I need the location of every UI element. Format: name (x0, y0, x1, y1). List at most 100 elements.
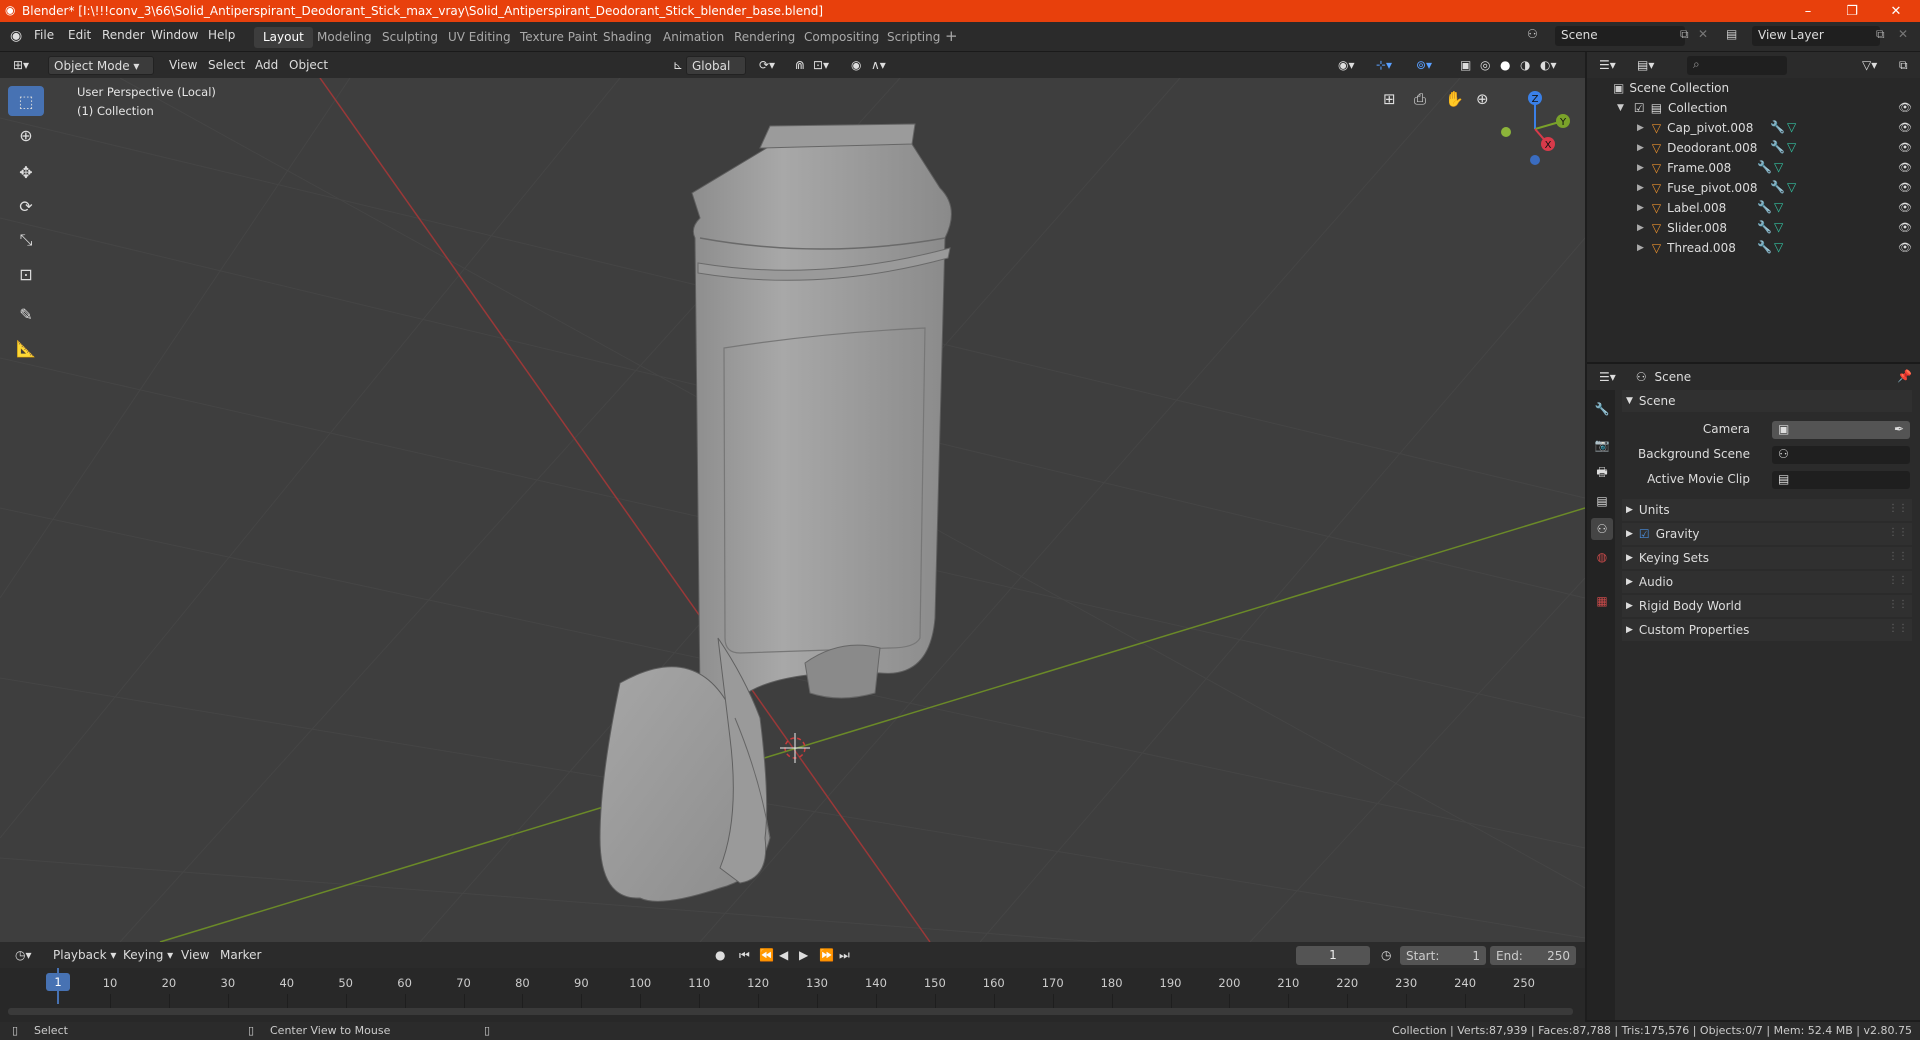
mesh-data-icon[interactable]: ▽ (1787, 120, 1796, 134)
tab-animation[interactable]: Animation (654, 27, 733, 48)
new-view-layer-icon[interactable]: ⧉ (1876, 27, 1885, 42)
play-reverse-icon[interactable]: ◀ (774, 946, 793, 965)
menu-object[interactable]: Object (284, 56, 333, 75)
playhead-frame-label[interactable]: 1 (46, 973, 70, 991)
tool-tab-icon[interactable]: 🔧 (1591, 398, 1613, 420)
menu-window[interactable]: Window (151, 28, 198, 42)
modifier-wrench-icon[interactable]: 🔧 (1770, 120, 1785, 134)
tab-layout[interactable]: Layout (254, 27, 313, 48)
add-workspace-icon[interactable]: + (945, 27, 958, 45)
cursor-tool-icon[interactable]: ⊕ (8, 120, 44, 150)
properties-editor-type-icon[interactable]: ☰▾ (1599, 370, 1616, 384)
transform-orientation-selector[interactable]: Global ▾ (686, 56, 746, 92)
menu-marker[interactable]: Marker (215, 946, 266, 965)
outliner-scene-collection[interactable]: ▣ Scene Collection (1587, 78, 1920, 98)
tab-rendering[interactable]: Rendering (725, 27, 804, 48)
menu-view[interactable]: View (164, 56, 202, 75)
wireframe-shading-icon[interactable]: ◎ (1475, 56, 1495, 75)
navigation-gizmo[interactable]: Z Y X (1490, 84, 1580, 174)
subpanel-header[interactable]: ▶ Units ⋮⋮ (1622, 499, 1912, 521)
current-frame-field[interactable]: 1 (1296, 946, 1370, 965)
tab-texture-paint[interactable]: Texture Paint (511, 27, 606, 48)
new-scene-icon[interactable]: ⧉ (1680, 27, 1689, 42)
outliner-editor-type-icon[interactable]: ☰▾ (1594, 56, 1621, 75)
rotate-tool-icon[interactable]: ⟳ (8, 191, 44, 221)
subpanel-header[interactable]: ▶ Rigid Body World ⋮⋮ (1622, 595, 1912, 617)
tab-compositing[interactable]: Compositing (795, 27, 888, 48)
modifier-wrench-icon[interactable]: 🔧 (1757, 200, 1772, 214)
camera-view-icon[interactable]: ⎙ (1414, 90, 1436, 112)
visibility-eye-icon[interactable]: 👁 (1898, 241, 1912, 254)
timeline-editor-type-icon[interactable]: ◷▾ (10, 946, 37, 965)
expand-object-icon[interactable]: ▶ (1637, 123, 1644, 133)
close-icon[interactable]: ✕ (1874, 0, 1918, 22)
visibility-eye-icon[interactable]: 👁 (1898, 221, 1912, 234)
play-icon[interactable]: ▶ (794, 946, 813, 965)
restore-icon[interactable]: ❐ (1830, 0, 1874, 22)
gravity-checkbox[interactable]: ☑ (1639, 527, 1650, 541)
subpanel-header[interactable]: ▶ Custom Properties ⋮⋮ (1622, 619, 1912, 641)
expand-object-icon[interactable]: ▶ (1637, 183, 1644, 193)
menu-edit[interactable]: Edit (68, 28, 91, 42)
tab-modeling[interactable]: Modeling (308, 27, 381, 48)
scene-tab-icon[interactable]: ⚇ (1591, 518, 1613, 540)
start-frame-field[interactable]: Start: 1 (1400, 946, 1486, 965)
outliner-object-row[interactable]: ▶ ▽ Cap_pivot.008 🔧 ▽ 👁 (1587, 118, 1920, 138)
new-collection-icon[interactable]: ⧉ (1894, 56, 1913, 75)
outliner-object-row[interactable]: ▶ ▽ Fuse_pivot.008 🔧 ▽ 👁 (1587, 178, 1920, 198)
background-scene-field[interactable]: ⚇ (1772, 446, 1910, 464)
outliner-object-row[interactable]: ▶ ▽ Slider.008 🔧 ▽ 👁 (1587, 218, 1920, 238)
menu-file[interactable]: File (34, 28, 54, 42)
menu-timeline-view[interactable]: View (176, 946, 214, 965)
overlay-toggle-icon[interactable]: ⊚▾ (1411, 56, 1437, 75)
pivot-point-icon[interactable]: ⟳▾ (754, 56, 780, 75)
solid-shading-icon[interactable]: ● (1495, 56, 1515, 75)
collection-checkbox-icon[interactable]: ☑ (1634, 101, 1645, 115)
jump-start-icon[interactable]: ⏮ (734, 946, 755, 965)
remove-view-layer-icon[interactable]: ✕ (1898, 27, 1908, 41)
material-shading-icon[interactable]: ◑ (1515, 56, 1535, 75)
scene-panel-header[interactable]: ▼ Scene (1622, 390, 1912, 412)
annotate-tool-icon[interactable]: ✎ (8, 299, 44, 329)
menu-help[interactable]: Help (208, 28, 235, 42)
drag-handle-icon[interactable]: ⋮⋮ (1888, 503, 1908, 514)
mesh-data-icon[interactable]: ▽ (1787, 140, 1796, 154)
scene-icon[interactable]: ⚇ (1527, 27, 1538, 41)
perspective-toggle-icon[interactable]: ⊞ (1383, 90, 1405, 112)
modifier-wrench-icon[interactable]: 🔧 (1757, 160, 1772, 174)
view-layer-selector[interactable]: View Layer (1752, 26, 1880, 46)
visibility-eye-icon[interactable]: 👁 (1898, 161, 1912, 174)
menu-playback[interactable]: Playback ▾ (48, 946, 121, 965)
rendered-shading-icon[interactable]: ◐▾ (1535, 56, 1562, 75)
tab-scripting[interactable]: Scripting (878, 27, 949, 48)
xray-icon[interactable]: ▣ (1455, 56, 1476, 75)
scale-tool-icon[interactable]: ⤡ (8, 225, 44, 255)
expand-object-icon[interactable]: ▶ (1637, 223, 1644, 233)
auto-keying-clock-icon[interactable]: ◷ (1376, 946, 1396, 965)
editor-type-icon[interactable]: ⊞▾ (8, 56, 34, 75)
blender-menu-icon[interactable]: ◉ (10, 28, 22, 44)
move-tool-icon[interactable]: ✥ (8, 157, 44, 187)
outliner-search-input[interactable]: ⌕ (1687, 56, 1787, 75)
gizmo-toggle-icon[interactable]: ⊹▾ (1371, 56, 1397, 75)
falloff-icon[interactable]: ∧▾ (866, 56, 891, 75)
outliner-object-row[interactable]: ▶ ▽ Thread.008 🔧 ▽ 👁 (1587, 238, 1920, 258)
expand-collection-icon[interactable]: ▼ (1617, 103, 1624, 113)
measure-tool-icon[interactable]: 📐 (8, 333, 44, 363)
subpanel-header[interactable]: ▶ ☑ Gravity ⋮⋮ (1622, 523, 1912, 545)
pan-view-icon[interactable]: ✋ (1445, 90, 1467, 112)
modifier-wrench-icon[interactable]: 🔧 (1757, 220, 1772, 234)
mode-selector[interactable]: Object Mode ▾ (48, 56, 154, 75)
select-box-icon[interactable]: ⬚ (8, 86, 44, 116)
expand-object-icon[interactable]: ▶ (1637, 243, 1644, 253)
view-layer-icon[interactable]: ▤ (1726, 27, 1737, 41)
outliner-object-row[interactable]: ▶ ▽ Frame.008 🔧 ▽ 👁 (1587, 158, 1920, 178)
view-layer-tab-icon[interactable]: ▤ (1591, 490, 1613, 512)
menu-keying[interactable]: Keying ▾ (118, 946, 178, 965)
output-tab-icon[interactable]: 🖶 (1591, 462, 1613, 484)
drag-handle-icon[interactable]: ⋮⋮ (1888, 575, 1908, 586)
active-movie-clip-field[interactable]: ▤ (1772, 471, 1910, 489)
mesh-data-icon[interactable]: ▽ (1787, 180, 1796, 194)
mesh-data-icon[interactable]: ▽ (1774, 160, 1783, 174)
end-frame-field[interactable]: End: 250 (1490, 946, 1576, 965)
